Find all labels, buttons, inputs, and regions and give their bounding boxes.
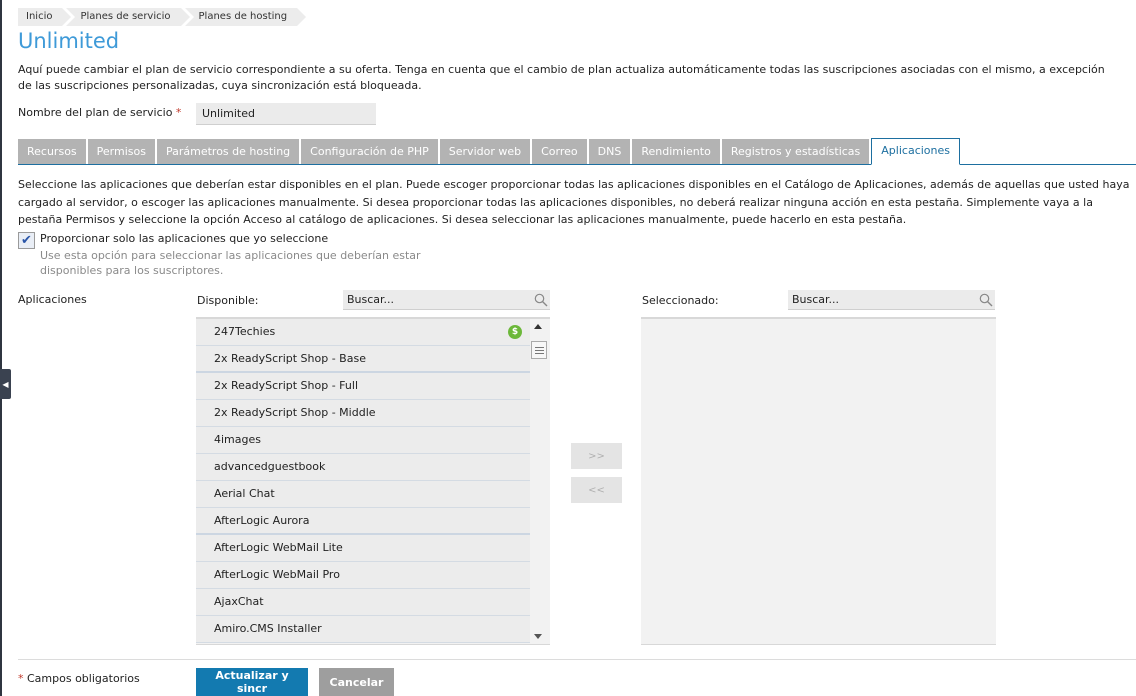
select-apps-option: ✔ Proporcionar solo las aplicaciones que… [18,231,328,249]
selected-apps-list[interactable] [641,317,996,645]
tab-servidor-web[interactable]: Servidor web [439,139,531,164]
tab-configuracion-de-php[interactable]: Configuración de PHP [301,139,438,164]
select-apps-checkbox[interactable]: ✔ [18,232,35,249]
app-list-item[interactable]: Aerial Chat [196,481,530,508]
available-search-input[interactable] [343,293,532,306]
applications-description: Seleccione las aplicaciones que deberían… [18,178,1130,226]
app-name: AfterLogic WebMail Lite [214,541,343,554]
app-list-item[interactable]: 2x ReadyScript Shop - Full [196,373,530,400]
applications-field-label: Aplicaciones [18,293,87,306]
required-mark: * [18,672,24,685]
checkmark-icon: ✔ [21,233,32,248]
selected-label: Seleccionado: [642,294,719,307]
tab-permisos[interactable]: Permisos [87,139,155,164]
app-list-item[interactable]: AfterLogic WebMail Lite [196,535,530,562]
required-fields-text: Campos obligatorios [27,672,140,685]
app-name: AfterLogic WebMail Pro [214,568,340,581]
app-name: Aerial Chat [214,487,275,500]
select-apps-hint: Use esta opción para seleccionar las apl… [40,249,421,277]
page-intro: Aquí puede cambiar el plan de servicio c… [18,63,1105,92]
required-mark: * [175,106,182,119]
add-selected-button[interactable]: >> [571,443,622,469]
app-name: AfterLogic Aurora [214,514,310,527]
app-name: Amiro.CMS Installer [214,622,322,635]
breadcrumb-item-inicio[interactable]: Inicio [18,8,73,26]
required-fields-note: * Campos obligatorios [18,672,140,685]
select-apps-checkbox-label[interactable]: Proporcionar solo las aplicaciones que y… [40,231,328,249]
app-list-item[interactable]: 2x ReadyScript Shop - Base [196,346,530,373]
tab-registros-y-estadisticas[interactable]: Registros y estadísticas [721,139,870,164]
scroll-thumb[interactable] [531,341,547,359]
footer-divider [18,659,1136,660]
cancel-button[interactable]: Cancelar [319,668,394,696]
app-name: 2x ReadyScript Shop - Base [214,352,366,365]
breadcrumb-item-planes-de-servicio[interactable]: Planes de servicio [66,8,190,26]
plan-name-label-text: Nombre del plan de servicio [18,106,173,119]
tab-dns[interactable]: DNS [588,139,631,164]
plan-name-input[interactable] [196,103,376,125]
scroll-down-arrow-icon[interactable] [534,634,542,639]
app-name: 4images [214,433,261,446]
breadcrumb: Inicio Planes de servicio Planes de host… [18,8,306,26]
app-name: 2x ReadyScript Shop - Full [214,379,358,392]
plan-name-label: Nombre del plan de servicio * [18,106,181,119]
search-icon[interactable] [977,291,995,309]
tab-parametros-de-hosting[interactable]: Parámetros de hosting [156,139,300,164]
app-list-item[interactable]: 2x ReadyScript Shop - Middle [196,400,530,427]
app-list-item[interactable]: AfterLogic Aurora [196,508,530,535]
app-list-item[interactable]: 4images [196,427,530,454]
scroll-up-arrow-icon[interactable] [534,324,542,329]
page-title: Unlimited [18,29,120,53]
update-and-sync-button[interactable]: Actualizar y sincr [196,668,308,696]
available-list-scrollbar[interactable] [530,319,550,644]
breadcrumb-item-planes-de-hosting[interactable]: Planes de hosting [184,8,306,26]
selected-search [788,290,995,310]
selected-search-input[interactable] [788,293,977,306]
tab-aplicaciones[interactable]: Aplicaciones [871,138,960,165]
search-icon[interactable] [532,291,550,309]
available-apps-list[interactable]: 247Techies $2x ReadyScript Shop - Base 2x … [196,317,550,645]
paid-dollar-icon: $ [508,325,522,339]
sidebar-collapse-toggle[interactable]: ◀ [0,369,11,399]
left-panel-edge [0,0,2,696]
tab-rendimiento[interactable]: Rendimiento [632,139,720,164]
app-list-item[interactable]: AfterLogic WebMail Pro [196,562,530,589]
tab-correo[interactable]: Correo [532,139,587,164]
app-name: advancedguestbook [214,460,326,473]
app-name: 2x ReadyScript Shop - Middle [214,406,376,419]
available-label: Disponible: [197,294,259,307]
tab-bar: Recursos Permisos Parámetros de hosting … [18,138,1136,165]
tab-recursos[interactable]: Recursos [18,139,86,164]
app-list-item[interactable]: Amiro.CMS Installer [196,616,530,643]
app-name: AjaxChat [214,595,264,608]
available-apps-items: 247Techies $2x ReadyScript Shop - Base 2x … [196,319,530,643]
app-name: 247Techies [214,325,276,338]
app-list-item[interactable]: 247Techies $ [196,319,530,346]
remove-selected-button[interactable]: << [571,477,622,503]
app-list-item[interactable]: AjaxChat [196,589,530,616]
available-search [343,290,550,310]
app-list-item[interactable]: advancedguestbook [196,454,530,481]
chevron-left-icon: ◀ [2,379,9,389]
